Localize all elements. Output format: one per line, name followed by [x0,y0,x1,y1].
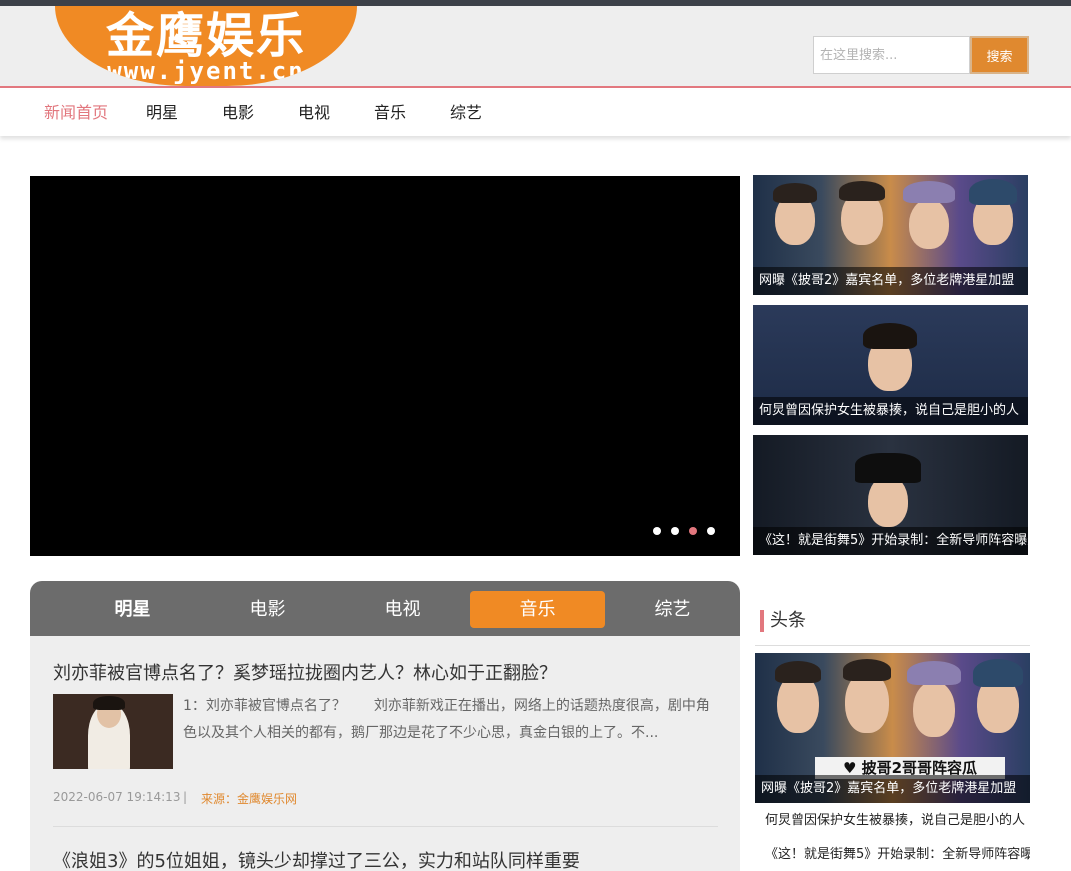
article-meta-separator: | [183,790,188,804]
search-button[interactable]: 搜索 [970,36,1029,74]
hero-slider[interactable] [30,176,740,556]
category-tabs-panel: 明星 电影 电视 音乐 综艺 刘亦菲被官博点名了？奚梦瑶拉拢圈内艺人？林心如于正… [30,581,740,871]
nav-item-home[interactable]: 新闻首页 [44,102,108,124]
article-summary: 1：刘亦菲被官博点名了？ 刘亦菲新戏正在播出，网络上的话题热度很高，剧中角色以及… [183,698,710,741]
slider-dot-active[interactable] [689,527,697,535]
slider-dot[interactable] [653,527,661,535]
logo-url: www.jyent.cn [107,57,305,85]
sidebar-divider [755,645,1030,646]
thumb-caption: 何炅曾因保护女生被暴揍，说自己是胆小的人 [753,397,1028,425]
tab-movies[interactable]: 电影 [200,591,335,628]
article-thumbnail[interactable] [53,694,173,769]
nav-item-variety[interactable]: 综艺 [450,102,482,124]
article-divider [53,826,718,827]
article-title[interactable]: 《浪姐3》的5位姐姐，镜头少却撑过了三公，实力和站队同样重要 [53,847,580,871]
feature-thumb-2[interactable]: 何炅曾因保护女生被暴揍，说自己是胆小的人 [753,305,1028,425]
main-nav: 新闻首页 明星 电影 电视 音乐 综艺 [0,90,1071,136]
slider-dot[interactable] [707,527,715,535]
sidebar-heading: 头条 [760,610,806,632]
slider-dot[interactable] [671,527,679,535]
nav-item-tv[interactable]: 电视 [298,102,330,124]
nav-item-stars[interactable]: 明星 [146,102,178,124]
tab-tv[interactable]: 电视 [335,591,470,628]
tab-stars[interactable]: 明星 [65,591,200,628]
tab-music[interactable]: 音乐 [470,591,605,628]
sidebar-feature[interactable]: ♥ 披哥2哥哥阵容瓜 网曝《披哥2》嘉宾名单，多位老牌港星加盟 [755,653,1030,803]
sidebar-list-item[interactable]: 何炅曾因保护女生被暴揍，说自己是胆小的人 [755,806,1030,836]
article-date: 2022-06-07 19:14:13 [53,790,181,804]
sidebar-feature-caption: 网曝《披哥2》嘉宾名单，多位老牌港星加盟 [755,775,1030,803]
feature-thumb-3[interactable]: 《这！就是街舞5》开始录制：全新导师阵容曝光 [753,435,1028,555]
search-input[interactable] [813,36,970,74]
tab-variety[interactable]: 综艺 [605,591,740,628]
thumb-caption: 《这！就是街舞5》开始录制：全新导师阵容曝光 [753,527,1028,555]
feature-thumb-1[interactable]: 网曝《披哥2》嘉宾名单，多位老牌港星加盟 [753,175,1028,295]
site-logo[interactable]: 金鹰娱乐 www.jyent.cn [55,6,357,86]
nav-item-music[interactable]: 音乐 [374,102,406,124]
nav-item-movies[interactable]: 电影 [222,102,254,124]
tab-bar: 明星 电影 电视 音乐 综艺 [30,581,740,636]
thumb-caption: 网曝《披哥2》嘉宾名单，多位老牌港星加盟 [753,267,1028,295]
site-header: 金鹰娱乐 www.jyent.cn 搜索 [0,6,1071,88]
article-source[interactable]: 来源：金鹰娱乐网 [201,790,297,807]
article-title[interactable]: 刘亦菲被官博点名了？奚梦瑶拉拢圈内艺人？林心如于正翻脸？ [53,659,557,685]
